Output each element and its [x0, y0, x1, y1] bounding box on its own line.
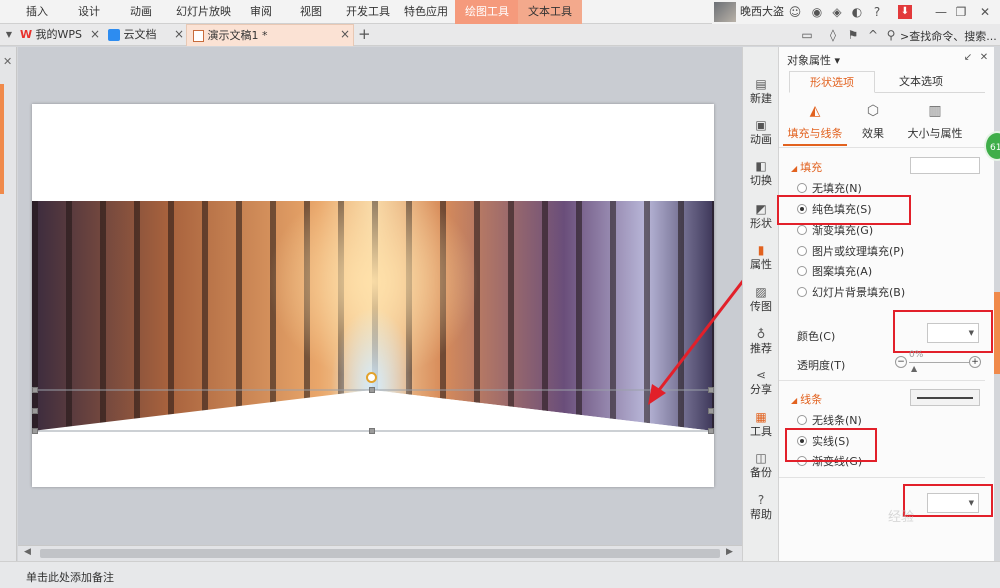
transparency-value: 0%	[909, 350, 924, 360]
highlight-color	[893, 310, 993, 353]
radio-picture-fill[interactable]: 图片或纹理填充(P)	[797, 244, 904, 260]
property-icon: ▮	[757, 243, 765, 257]
transparency-label: 透明度(T)	[797, 359, 846, 372]
new-doc-icon: ▤	[755, 77, 767, 91]
divider	[779, 477, 985, 478]
radio-pattern-fill[interactable]: 图案填充(A)	[797, 264, 872, 280]
radio-gradient-fill[interactable]: 渐变填充(G)	[797, 223, 873, 239]
tab-shape-options[interactable]: 形状选项	[789, 71, 875, 93]
divider	[779, 147, 985, 148]
radio-no-line[interactable]: 无线条(N)	[797, 413, 862, 429]
side-shape-button[interactable]: ◩ 形状	[743, 202, 779, 242]
size-icon: ▥	[928, 103, 942, 119]
highlight-line-color	[903, 484, 993, 517]
object-property-pane: 对象属性 ▾ ↙ ✕ 形状选项 文本选项 ◭ 填充与线条 ⬡ 效果 ▥ 大小与属…	[777, 47, 994, 561]
horizontal-scrollbar[interactable]: ◀ ▶	[18, 545, 742, 561]
subtab-effects[interactable]: ⬡ 效果	[841, 103, 905, 141]
side-animation-button[interactable]: ▣ 动画	[743, 118, 779, 158]
backup-icon: ◫	[755, 451, 767, 465]
side-property-button[interactable]: ▮ 属性	[743, 243, 779, 283]
cube-icon: ⬡	[866, 103, 880, 119]
toolbox-icon: ▦	[755, 410, 767, 424]
share-icon: ⋖	[755, 368, 767, 382]
highlight-solid-fill	[777, 195, 911, 225]
subtab-size-properties[interactable]: ▥ 大小与属性	[899, 103, 971, 141]
side-share-button[interactable]: ⋖ 分享	[743, 368, 779, 408]
side-help-button[interactable]: ? 帮助	[743, 493, 779, 533]
shape-icon: ◩	[755, 202, 767, 216]
slider-thumb[interactable]: ▲	[911, 364, 917, 373]
side-backup-button[interactable]: ◫ 备份	[743, 451, 779, 491]
watermark: 经验	[888, 510, 915, 525]
transition-icon: ◧	[755, 159, 767, 173]
upload-image-icon: ▨	[755, 285, 767, 299]
notes-placeholder[interactable]: 单击此处添加备注	[26, 569, 114, 585]
side-upload-image-button[interactable]: ▨ 传图	[743, 285, 779, 325]
line-section-header[interactable]: ◢ 线条	[791, 391, 822, 407]
side-toolbar: ▤ 新建 ▣ 动画 ◧ 切换 ◩ 形状 ▮ 属性 ▨ 传图 ♁ 推荐 ⋖ 分享 ▦ 工具 ◫ 备份 …	[742, 47, 778, 561]
help-icon: ?	[757, 493, 765, 507]
side-expand-tab[interactable]	[994, 292, 1000, 374]
subtab-fill-line[interactable]: ◭ 填充与线条	[783, 103, 847, 146]
pin-icon[interactable]: ↙	[961, 51, 975, 65]
radio-slide-bg-fill[interactable]: 幻灯片背景填充(B)	[797, 285, 905, 301]
side-tool-button[interactable]: ▦ 工具	[743, 410, 779, 450]
minus-icon[interactable]: −	[895, 356, 907, 368]
recommend-icon: ♁	[756, 327, 766, 341]
side-recommend-button[interactable]: ♁ 推荐	[743, 327, 779, 367]
plus-icon[interactable]: +	[969, 356, 981, 368]
animation-icon: ▣	[755, 118, 767, 132]
status-bar: 单击此处添加备注	[0, 561, 1000, 588]
divider	[779, 380, 985, 381]
side-new-button[interactable]: ▤ 新建	[743, 77, 779, 117]
fill-section-header[interactable]: ◢ 填充	[791, 159, 822, 175]
pane-title[interactable]: 对象属性 ▾	[787, 52, 840, 68]
paint-bucket-icon: ◭	[809, 103, 821, 119]
close-pane-icon[interactable]: ✕	[977, 51, 991, 65]
pane-tabs: 形状选项 文本选项	[789, 71, 985, 93]
scroll-right-icon[interactable]: ▶	[726, 547, 733, 557]
scroll-left-icon[interactable]: ◀	[24, 547, 31, 557]
side-transition-button[interactable]: ◧ 切换	[743, 159, 779, 199]
line-preview-box	[910, 389, 980, 406]
color-label: 颜色(C)	[797, 330, 836, 343]
fill-preview-box	[910, 157, 980, 174]
tab-text-options[interactable]: 文本选项	[875, 71, 967, 93]
highlight-solid-line	[785, 428, 877, 462]
scroll-thumb[interactable]	[40, 549, 720, 558]
